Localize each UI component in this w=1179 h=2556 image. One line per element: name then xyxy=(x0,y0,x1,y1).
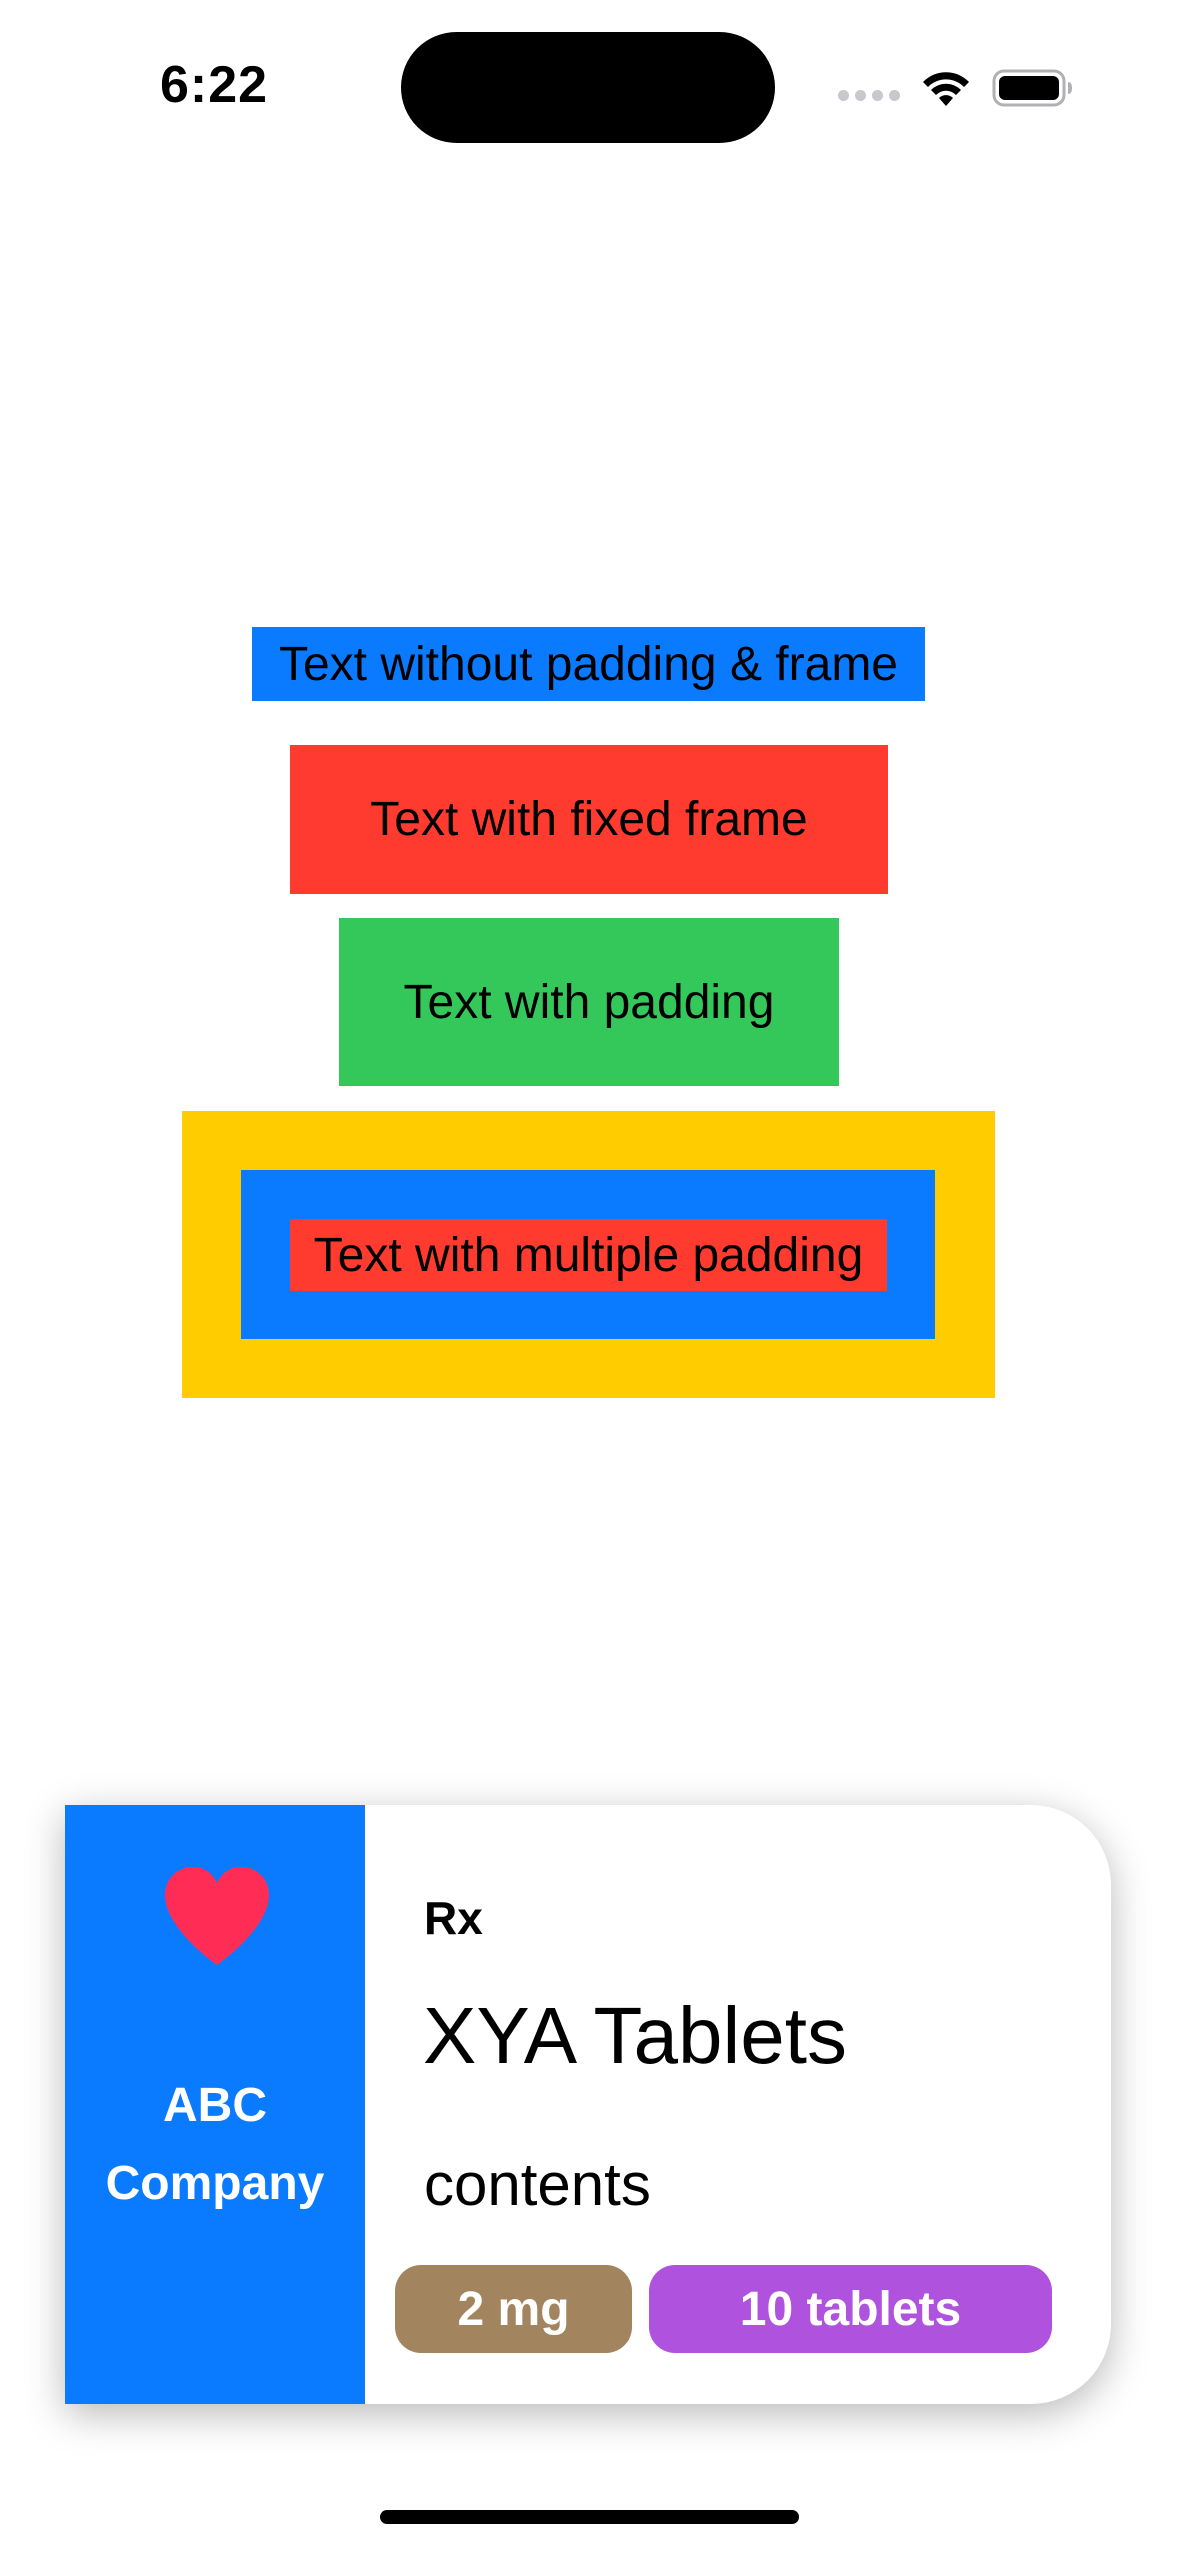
tablet-count-badge: 10 tablets xyxy=(649,2265,1052,2353)
text-with-padding: Text with padding xyxy=(339,918,839,1086)
text-without-padding: Text without padding & frame xyxy=(252,627,925,701)
medicine-card: ABC Company Rx XYA Tablets contents 2 mg… xyxy=(65,1805,1111,2404)
status-time: 6:22 xyxy=(160,56,269,114)
company-name: ABC Company xyxy=(105,2079,325,2210)
wifi-icon xyxy=(923,72,969,106)
text-with-fixed-frame: Text with fixed frame xyxy=(290,745,888,894)
drug-name: XYA Tablets xyxy=(423,1991,847,2080)
home-indicator[interactable] xyxy=(380,2510,799,2524)
cellular-signal-icon xyxy=(838,89,900,101)
card-side-panel: ABC Company xyxy=(65,1805,365,2404)
dynamic-island xyxy=(401,32,775,143)
heart-icon xyxy=(165,1867,269,1965)
battery-icon xyxy=(992,69,1072,107)
text-with-multiple-padding: Text with multiple padding xyxy=(290,1219,887,1291)
rx-label: Rx xyxy=(424,1892,483,1944)
status-icons xyxy=(838,66,1074,110)
dose-badge: 2 mg xyxy=(395,2265,632,2353)
contents-label: contents xyxy=(424,2151,651,2218)
